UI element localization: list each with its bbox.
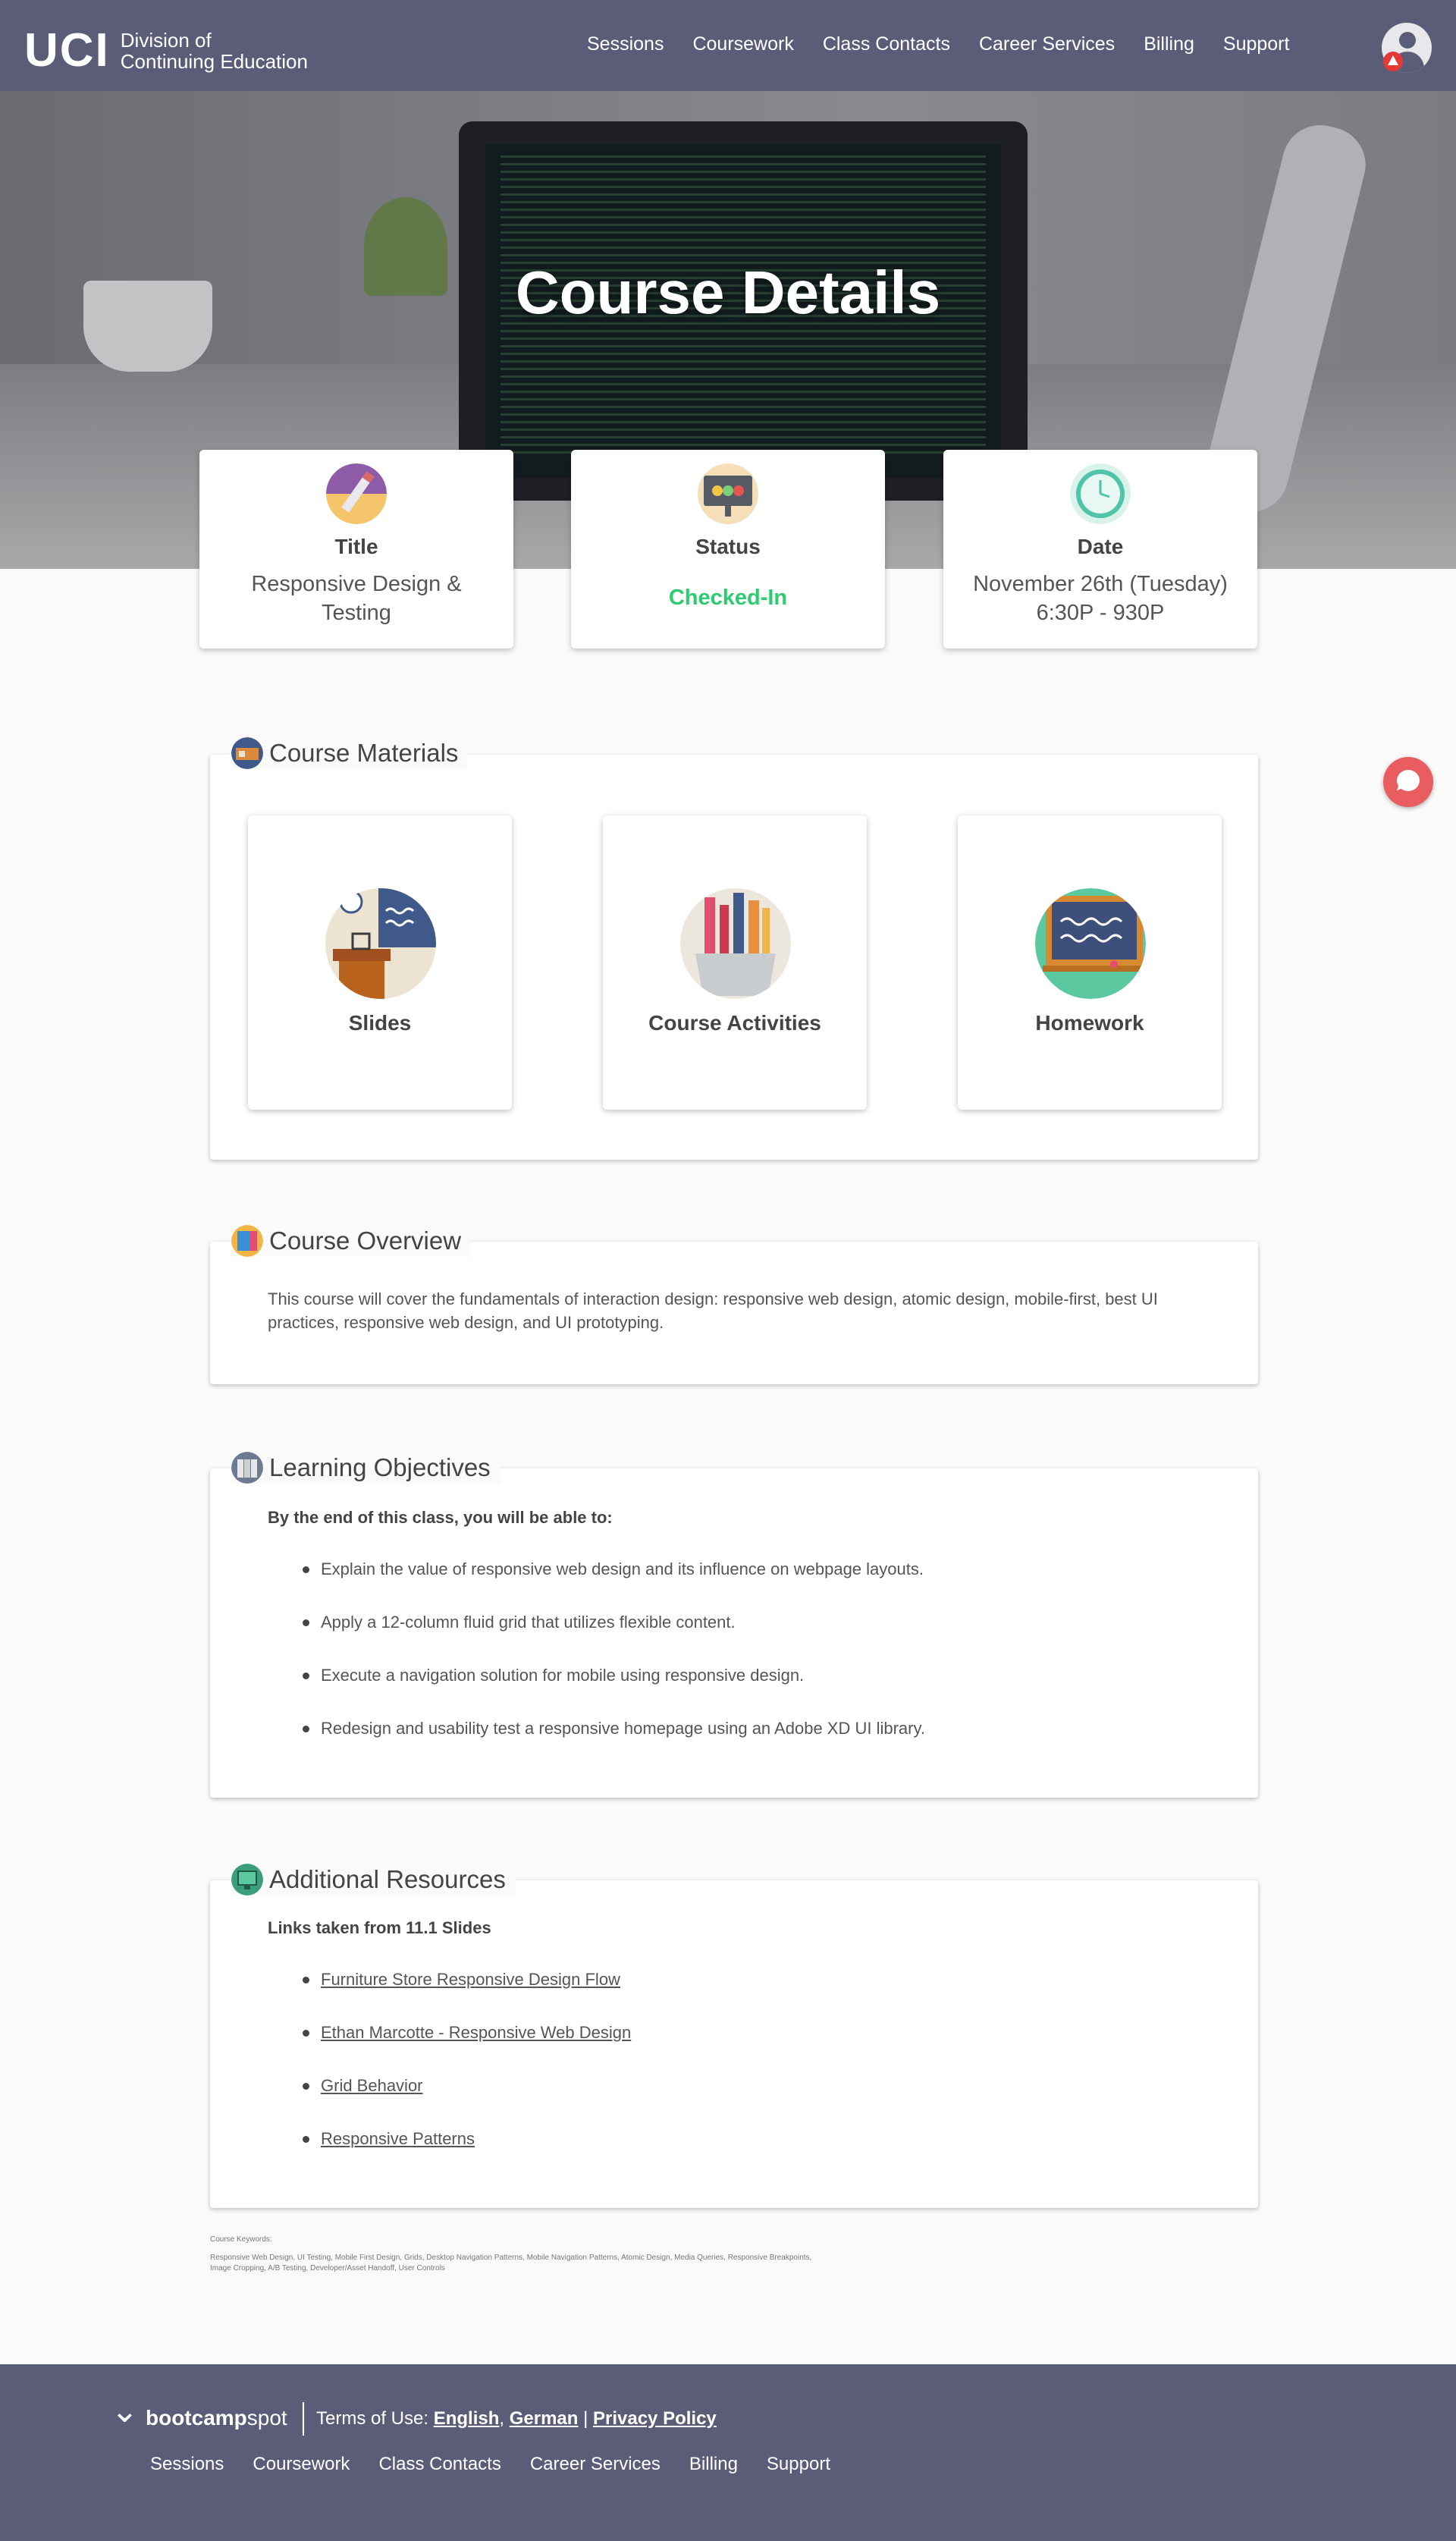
keywords-label: Course Keywords: [210, 2235, 272, 2244]
footer-divider [303, 2402, 304, 2436]
status-value: Checked-In [668, 586, 788, 610]
nav-link-billing[interactable]: Billing [1144, 33, 1194, 55]
logo-text: Division of Continuing Education [121, 30, 308, 72]
logo-mark: UCI [24, 24, 110, 77]
monitor-icon [231, 1864, 263, 1896]
course-overview-title: Course Overview [269, 1227, 462, 1255]
footer-link-billing[interactable]: Billing [689, 2454, 738, 2475]
brand-light: spot [246, 2406, 287, 2429]
terms-pipe: | [583, 2408, 588, 2429]
resource-link-responsive-patterns[interactable]: Responsive Patterns [321, 2129, 475, 2148]
title-value: Responsive Design & Testing [251, 572, 462, 625]
additional-resources-section: Links taken from 11.1 Slides Furniture S… [210, 1880, 1258, 2208]
classroom-desk-icon [325, 888, 436, 999]
bootcampspot-logo[interactable]: bootcampspot [108, 2392, 287, 2433]
terms-prefix: Terms of Use: [316, 2408, 429, 2429]
brand-text: bootcampspot [146, 2406, 287, 2430]
list-item: Explain the value of responsive web desi… [303, 1558, 925, 1611]
nav-link-coursework[interactable]: Coursework [692, 33, 793, 55]
course-materials-title: Course Materials [269, 739, 459, 767]
footer-link-coursework[interactable]: Coursework [253, 2454, 350, 2475]
slides-label: Slides [348, 1011, 412, 1035]
objectives-list: Explain the value of responsive web desi… [303, 1558, 925, 1770]
course-materials-section: Slides Course Activities Homework [210, 755, 1258, 1160]
title-label: Title [334, 535, 378, 558]
uci-logo[interactable]: UCI Division of Continuing Education [24, 27, 308, 74]
date-label: Date [1077, 535, 1124, 558]
status-label: Status [695, 535, 761, 558]
footer-link-support[interactable]: Support [767, 2454, 830, 2475]
list-item: Grid Behavior [302, 2075, 631, 2128]
course-keywords: Course Keywords: Responsive Web Design, … [210, 2235, 817, 2274]
alert-badge-icon[interactable] [1383, 52, 1403, 71]
nav-link-career-services[interactable]: Career Services [979, 33, 1115, 55]
footer-link-class-contacts[interactable]: Class Contacts [378, 2454, 500, 2475]
terms-comma: , [499, 2408, 505, 2429]
nav-link-class-contacts[interactable]: Class Contacts [823, 33, 950, 55]
pencil-cup-icon [680, 888, 791, 999]
nav-links: Sessions Coursework Class Contacts Caree… [587, 33, 1289, 55]
list-item: Apply a 12-column fluid grid that utiliz… [303, 1611, 925, 1664]
list-item: Responsive Patterns [302, 2128, 631, 2181]
objectives-intro: By the end of this class, you will be ab… [268, 1508, 613, 1527]
footer-link-career-services[interactable]: Career Services [530, 2454, 661, 2475]
binders-icon [231, 1452, 263, 1484]
top-nav: UCI Division of Continuing Education Ses… [0, 0, 1456, 91]
page-title: Course Details [515, 259, 941, 326]
pencil-icon [326, 463, 387, 524]
homework-card[interactable]: Homework [958, 815, 1222, 1110]
terms-german-link[interactable]: German [510, 2408, 579, 2429]
logo-line-1: Division of [120, 29, 212, 52]
keywords-text: Responsive Web Design, UI Testing, Mobil… [210, 2254, 812, 2272]
resources-intro: Links taken from 11.1 Slides [268, 1918, 491, 1937]
list-item: Ethan Marcotte - Responsive Web Design [302, 2021, 631, 2075]
logo-line-2: Continuing Education [120, 50, 308, 73]
list-item: Furniture Store Responsive Design Flow [302, 1968, 631, 2021]
slides-card[interactable]: Slides [248, 815, 512, 1110]
status-emoji-icon [698, 463, 758, 524]
clock-icon [1070, 463, 1131, 524]
status-card: Status Checked-In [571, 450, 885, 649]
additional-resources-heading: Additional Resources [231, 1864, 515, 1896]
list-item: Redesign and usability test a responsive… [303, 1717, 925, 1770]
homework-label: Homework [1035, 1011, 1144, 1035]
resources-list: Furniture Store Responsive Design Flow E… [302, 1968, 631, 2181]
learning-objectives-heading: Learning Objectives [231, 1452, 500, 1484]
list-item: Execute a navigation solution for mobile… [303, 1664, 925, 1717]
resource-link-furniture-store[interactable]: Furniture Store Responsive Design Flow [321, 1970, 620, 1989]
book-icon [231, 1225, 263, 1257]
learning-objectives-title: Learning Objectives [269, 1453, 491, 1481]
overview-text: This course will cover the fundamentals … [268, 1289, 1158, 1332]
privacy-policy-link[interactable]: Privacy Policy [593, 2408, 717, 2429]
nav-link-support[interactable]: Support [1223, 33, 1290, 55]
course-materials-heading: Course Materials [231, 737, 468, 769]
terms-of-use: Terms of Use: English, German | Privacy … [316, 2408, 717, 2429]
brand-bold: bootcamp [146, 2406, 247, 2429]
footer: bootcampspot Terms of Use: English, Germ… [0, 2364, 1456, 2541]
terms-english-link[interactable]: English [434, 2408, 500, 2429]
title-card: Title Responsive Design & Testing [199, 450, 513, 649]
additional-resources-title: Additional Resources [269, 1865, 506, 1893]
chat-bubble-icon[interactable] [1383, 757, 1433, 807]
date-card: Date November 26th (Tuesday) 6:30P - 930… [943, 450, 1257, 649]
nav-link-sessions[interactable]: Sessions [587, 33, 664, 55]
footer-link-sessions[interactable]: Sessions [150, 2454, 224, 2475]
course-materials-icon [231, 737, 263, 769]
course-activities-card[interactable]: Course Activities [603, 815, 867, 1110]
course-overview-section: This course will cover the fundamentals … [210, 1242, 1258, 1384]
date-value: November 26th (Tuesday) 6:30P - 930P [973, 572, 1228, 625]
course-overview-heading: Course Overview [231, 1225, 471, 1257]
bootcampspot-chevron-icon [108, 2392, 140, 2433]
footer-links: Sessions Coursework Class Contacts Caree… [150, 2454, 830, 2475]
course-activities-label: Course Activities [648, 1011, 821, 1035]
chalkboard-icon [1035, 888, 1146, 999]
avatar-head [1399, 32, 1416, 49]
learning-objectives-section: By the end of this class, you will be ab… [210, 1468, 1258, 1798]
resource-link-ethan-marcotte[interactable]: Ethan Marcotte - Responsive Web Design [321, 2023, 631, 2042]
resource-link-grid-behavior[interactable]: Grid Behavior [321, 2076, 423, 2095]
